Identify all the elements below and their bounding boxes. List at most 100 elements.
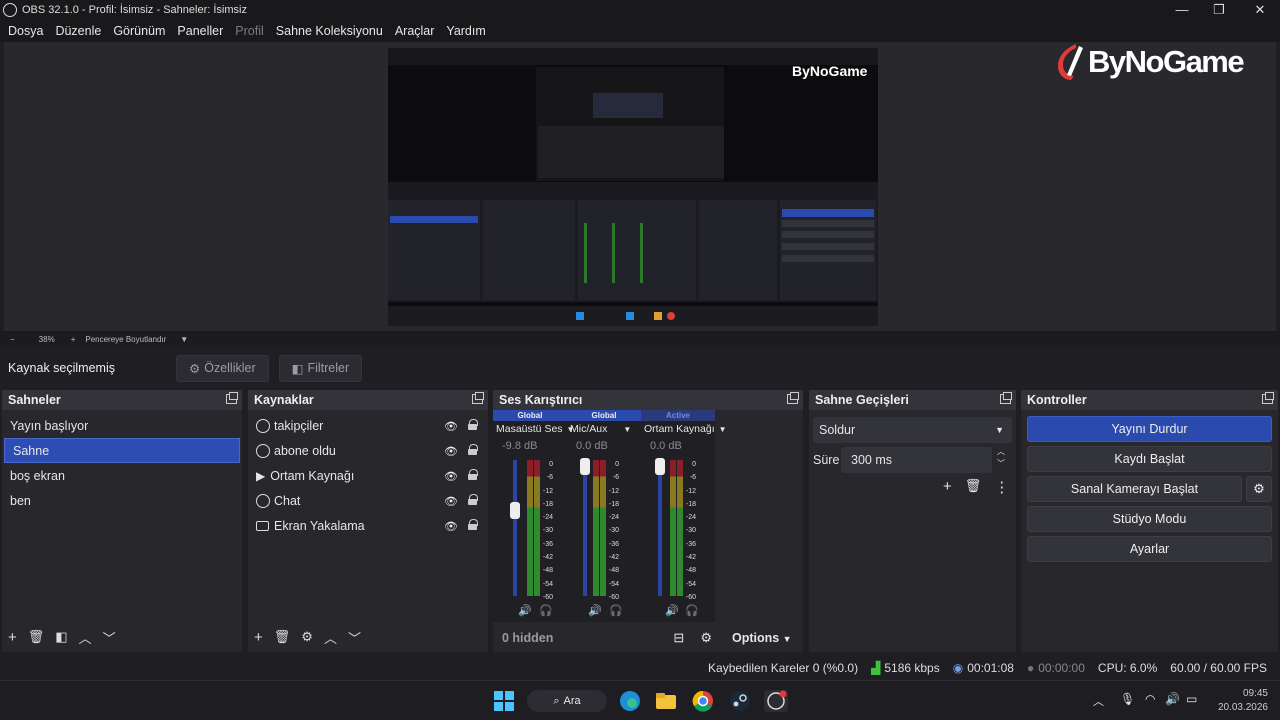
- menu-view[interactable]: Görünüm: [107, 24, 171, 38]
- file-explorer-icon[interactable]: [655, 690, 677, 712]
- lock-icon[interactable]: [468, 494, 478, 505]
- close-button[interactable]: ✕: [1240, 0, 1280, 20]
- scene-item[interactable]: Yayın başlıyor: [2, 413, 242, 438]
- menu-tools[interactable]: Araçlar: [389, 24, 441, 38]
- source-item[interactable]: ▶ Ortam Kaynağı 👁: [248, 463, 488, 488]
- lock-icon[interactable]: [468, 444, 478, 455]
- add-transition-icon[interactable]: +: [943, 478, 952, 496]
- menu-edit[interactable]: Düzenle: [49, 24, 107, 38]
- volume-track[interactable]: [513, 460, 517, 596]
- battery-icon[interactable]: ▭: [1186, 692, 1197, 714]
- move-down-icon[interactable]: ﹀: [348, 628, 361, 647]
- delete-transition-icon[interactable]: 🗑: [965, 478, 982, 496]
- lock-icon[interactable]: [468, 469, 478, 480]
- layout-icon[interactable]: ⊟: [673, 630, 684, 646]
- menu-profile[interactable]: Profil: [229, 24, 269, 38]
- filters-button[interactable]: ◧ Filtreler: [278, 354, 363, 382]
- lock-icon[interactable]: [468, 519, 478, 530]
- speaker-icon[interactable]: 🔊: [588, 604, 602, 617]
- volume-icon[interactable]: 🔊: [1165, 692, 1180, 714]
- mixer-settings-icon[interactable]: ⚙: [700, 630, 712, 646]
- headphones-icon[interactable]: 🎧: [609, 604, 623, 617]
- steam-icon[interactable]: [729, 690, 751, 712]
- move-up-icon[interactable]: ︿: [324, 628, 337, 647]
- wifi-icon[interactable]: ◠: [1145, 692, 1155, 714]
- scene-item[interactable]: boş ekran: [2, 463, 242, 488]
- options-button[interactable]: Options ▼: [732, 631, 792, 645]
- visibility-eye-icon[interactable]: 👁: [444, 420, 458, 433]
- speaker-icon[interactable]: 🔊: [665, 604, 679, 617]
- delete-scene-icon[interactable]: 🗑: [28, 629, 45, 645]
- db-tick: -6: [689, 474, 696, 482]
- delete-source-icon[interactable]: 🗑: [274, 629, 291, 645]
- edge-browser-icon[interactable]: [619, 690, 641, 712]
- transition-toolbar: + 🗑 ⋮: [943, 478, 1009, 496]
- duration-input[interactable]: 300 ms: [841, 447, 992, 473]
- undock-icon[interactable]: [787, 392, 799, 404]
- fps: 60.00 / 60.00 FPS: [1170, 661, 1267, 675]
- undock-icon[interactable]: [226, 392, 238, 404]
- visibility-eye-icon[interactable]: 👁: [444, 495, 458, 508]
- visibility-eye-icon[interactable]: 👁: [444, 445, 458, 458]
- stop-stream-button[interactable]: Yayını Durdur: [1027, 416, 1272, 442]
- add-scene-icon[interactable]: +: [8, 629, 17, 646]
- undock-icon[interactable]: [1262, 392, 1274, 404]
- scene-item-selected[interactable]: Sahne: [4, 438, 240, 463]
- source-item[interactable]: abone oldu 👁: [248, 438, 488, 463]
- scene-item[interactable]: ben: [2, 488, 242, 513]
- transition-select[interactable]: Soldur ▼: [813, 417, 1012, 443]
- virtual-camera-settings-icon[interactable]: ⚙: [1246, 476, 1272, 502]
- headphones-icon[interactable]: 🎧: [539, 604, 553, 617]
- zoom-out-button[interactable]: −: [10, 335, 15, 344]
- microphone-icon[interactable]: 🎙: [1120, 692, 1135, 714]
- stream-timer-icon: ◉: [952, 661, 964, 675]
- windows-start-icon[interactable]: [493, 690, 515, 712]
- show-hidden-icons-icon[interactable]: ︿: [1093, 693, 1104, 715]
- headphones-icon[interactable]: 🎧: [685, 604, 699, 617]
- source-item[interactable]: Ekran Yakalama 👁: [248, 513, 488, 538]
- lock-icon[interactable]: [468, 419, 478, 430]
- minimize-button[interactable]: —: [1162, 0, 1202, 20]
- volume-knob[interactable]: [510, 501, 520, 519]
- visibility-eye-icon[interactable]: 👁: [444, 470, 458, 483]
- taskbar-search[interactable]: ⌕ Ara: [527, 690, 607, 712]
- studio-mode-button[interactable]: Stüdyo Modu: [1027, 506, 1272, 532]
- volume-knob[interactable]: [580, 458, 590, 475]
- settings-button[interactable]: Ayarlar: [1027, 536, 1272, 562]
- taskbar-clock[interactable]: 09:45 20.03.2026: [1212, 687, 1268, 713]
- source-item[interactable]: Chat 👁: [248, 488, 488, 513]
- speaker-icon[interactable]: 🔊: [518, 604, 532, 617]
- channel-name[interactable]: Mic/Aux ▼: [567, 421, 641, 437]
- db-tick: -54: [542, 580, 553, 588]
- move-up-icon[interactable]: ︿: [79, 628, 92, 647]
- volume-track[interactable]: [583, 460, 587, 596]
- channel-name[interactable]: Masaüstü Ses ▼: [493, 421, 574, 437]
- start-recording-button[interactable]: Kaydı Başlat: [1027, 446, 1272, 472]
- source-item[interactable]: takipçiler 👁: [248, 413, 488, 438]
- db-tick: -60: [542, 593, 553, 601]
- chrome-icon[interactable]: [692, 690, 714, 712]
- zoom-in-button[interactable]: +: [71, 335, 76, 344]
- duration-stepper[interactable]: ︿ ﹀: [997, 446, 1005, 470]
- properties-button[interactable]: ⚙ Özellikler: [176, 354, 269, 382]
- add-source-icon[interactable]: +: [254, 629, 263, 646]
- zoom-bar: − 38% + Pencereye Boyutlandır ▼: [0, 331, 1280, 347]
- menu-file[interactable]: Dosya: [2, 24, 49, 38]
- start-virtual-camera-button[interactable]: Sanal Kamerayı Başlat: [1027, 476, 1242, 502]
- volume-track[interactable]: [658, 460, 662, 596]
- zoom-mode-dropdown-icon[interactable]: ▼: [180, 335, 188, 344]
- move-down-icon[interactable]: ﹀: [103, 628, 116, 647]
- menu-scene-collection[interactable]: Sahne Koleksiyonu: [270, 24, 389, 38]
- source-properties-icon[interactable]: ⚙: [301, 629, 313, 645]
- more-options-icon[interactable]: ⋮: [994, 478, 1009, 496]
- maximize-button[interactable]: ❐: [1199, 0, 1239, 20]
- channel-name[interactable]: Ortam Kaynağı ▼: [641, 421, 727, 437]
- obs-taskbar-icon[interactable]: [764, 690, 788, 712]
- undock-icon[interactable]: [1000, 392, 1012, 404]
- visibility-eye-icon[interactable]: 👁: [444, 520, 458, 533]
- menu-docks[interactable]: Paneller: [171, 24, 229, 38]
- menu-help[interactable]: Yardım: [440, 24, 491, 38]
- volume-knob[interactable]: [655, 458, 665, 475]
- undock-icon[interactable]: [472, 392, 484, 404]
- scene-filters-icon[interactable]: ◧: [55, 629, 67, 645]
